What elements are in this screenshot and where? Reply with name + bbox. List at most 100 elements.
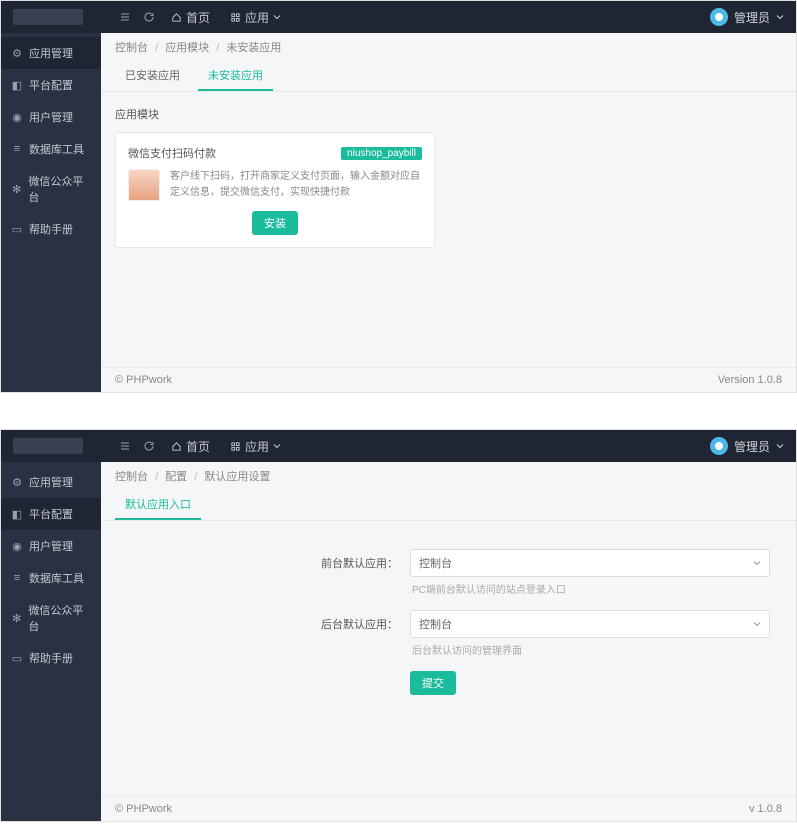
- home-icon: [171, 441, 182, 452]
- submit-button[interactable]: 提交: [410, 671, 456, 695]
- sidebar-toggle-icon[interactable]: [113, 434, 137, 458]
- sidebar-item-label: 应用管理: [29, 474, 73, 490]
- sidebar-item-apps[interactable]: ⚙ 应用管理: [1, 466, 101, 498]
- book-icon: ▭: [11, 652, 23, 665]
- logo: [13, 9, 83, 25]
- user-icon: ◉: [11, 111, 23, 124]
- sidebar: ⚙ 应用管理 ◧ 平台配置 ◉ 用户管理 ≡ 数据库工具 ✻ 微信公众平台 ▭ …: [1, 462, 101, 821]
- breadcrumb-item: 默认应用设置: [204, 471, 270, 483]
- card-description: 客户线下扫码，打开商家定义支付页面，输入金额对应自定义信息，提交微信支付，实现快…: [170, 169, 422, 201]
- database-icon: ≡: [11, 572, 23, 584]
- breadcrumb-item[interactable]: 应用模块: [165, 42, 209, 54]
- tabs: 已安装应用 未安装应用: [101, 61, 796, 92]
- version: v 1.0.8: [749, 803, 782, 815]
- topbar-right: 管理员: [710, 8, 784, 26]
- wechat-icon: ✻: [11, 612, 22, 625]
- breadcrumb: 控制台 / 配置 / 默认应用设置: [101, 462, 796, 490]
- main-area: 控制台 / 应用模块 / 未安装应用 已安装应用 未安装应用 应用模块 微信支付…: [101, 33, 796, 392]
- apps-dropdown[interactable]: 应用: [220, 9, 291, 26]
- front-app-label: 前台默认应用：: [115, 555, 410, 571]
- tab-installed[interactable]: 已安装应用: [115, 61, 190, 91]
- front-app-help: PC端前台默认访问的站点登录入口: [410, 581, 782, 596]
- tabs: 默认应用入口: [101, 490, 796, 521]
- sidebar-item-label: 用户管理: [29, 109, 73, 125]
- tab-default-entry[interactable]: 默认应用入口: [115, 490, 201, 520]
- install-button[interactable]: 安装: [252, 211, 298, 235]
- sidebar-item-apps[interactable]: ⚙ 应用管理: [1, 37, 101, 69]
- sidebar-item-platform[interactable]: ◧ 平台配置: [1, 498, 101, 530]
- front-app-select[interactable]: 控制台: [410, 549, 770, 577]
- sidebar-item-label: 微信公众平台: [28, 602, 91, 634]
- chevron-down-icon: [753, 620, 761, 628]
- home-label: 首页: [186, 9, 210, 26]
- apps-icon: [230, 12, 241, 23]
- username: 管理员: [734, 438, 770, 455]
- sidebar-item-help[interactable]: ▭ 帮助手册: [1, 213, 101, 245]
- version: Version 1.0.8: [718, 374, 782, 386]
- footer: © PHPwork v 1.0.8: [101, 796, 796, 821]
- breadcrumb-item: 未安装应用: [226, 42, 281, 54]
- card-badge: niushop_paybill: [341, 147, 422, 160]
- sidebar-item-label: 数据库工具: [29, 570, 84, 586]
- sidebar-item-wechat[interactable]: ✻ 微信公众平台: [1, 594, 101, 642]
- sidebar-item-label: 帮助手册: [29, 650, 73, 666]
- settings-form: 前台默认应用： 控制台 PC端前台默认访问的站点登录入口 后台默认应用： 控制台: [115, 535, 782, 709]
- sidebar-item-label: 微信公众平台: [28, 173, 91, 205]
- gear-icon: ⚙: [11, 476, 23, 489]
- back-app-help: 后台默认访问的管理界面: [410, 642, 782, 657]
- home-link[interactable]: 首页: [161, 9, 220, 26]
- sidebar-item-database[interactable]: ≡ 数据库工具: [1, 562, 101, 594]
- card-title: 微信支付扫码付款: [128, 145, 216, 161]
- sidebar-item-help[interactable]: ▭ 帮助手册: [1, 642, 101, 674]
- content: 前台默认应用： 控制台 PC端前台默认访问的站点登录入口 后台默认应用： 控制台: [101, 521, 796, 796]
- sidebar-item-platform[interactable]: ◧ 平台配置: [1, 69, 101, 101]
- chevron-down-icon: [753, 559, 761, 567]
- sidebar-item-wechat[interactable]: ✻ 微信公众平台: [1, 165, 101, 213]
- card-thumbnail: [128, 169, 160, 201]
- apps-dropdown[interactable]: 应用: [220, 438, 291, 455]
- layers-icon: ◧: [11, 508, 23, 521]
- topbar: 首页 应用 管理员: [1, 430, 796, 462]
- sidebar-item-label: 用户管理: [29, 538, 73, 554]
- back-app-select[interactable]: 控制台: [410, 610, 770, 638]
- logo: [13, 438, 83, 454]
- layers-icon: ◧: [11, 79, 23, 92]
- breadcrumb: 控制台 / 应用模块 / 未安装应用: [101, 33, 796, 61]
- refresh-icon[interactable]: [137, 434, 161, 458]
- chevron-down-icon[interactable]: [776, 13, 784, 21]
- app-card: 微信支付扫码付款 niushop_paybill 客户线下扫码，打开商家定义支付…: [115, 132, 435, 248]
- back-app-value: 控制台: [419, 616, 452, 632]
- apps-label: 应用: [245, 9, 269, 26]
- gear-icon: ⚙: [11, 47, 23, 60]
- app-panel-1: 首页 应用 管理员 ⚙ 应用管理 ◧: [0, 0, 797, 393]
- avatar[interactable]: [710, 8, 728, 26]
- sidebar-item-database[interactable]: ≡ 数据库工具: [1, 133, 101, 165]
- book-icon: ▭: [11, 223, 23, 236]
- database-icon: ≡: [11, 143, 23, 155]
- user-icon: ◉: [11, 540, 23, 553]
- section-title: 应用模块: [115, 106, 782, 122]
- apps-icon: [230, 441, 241, 452]
- breadcrumb-item[interactable]: 控制台: [115, 42, 148, 54]
- avatar[interactable]: [710, 437, 728, 455]
- home-label: 首页: [186, 438, 210, 455]
- tab-uninstalled[interactable]: 未安装应用: [198, 61, 273, 91]
- copyright: © PHPwork: [115, 803, 172, 815]
- chevron-down-icon[interactable]: [776, 442, 784, 450]
- copyright: © PHPwork: [115, 374, 172, 386]
- front-app-value: 控制台: [419, 555, 452, 571]
- sidebar-item-label: 数据库工具: [29, 141, 84, 157]
- refresh-icon[interactable]: [137, 5, 161, 29]
- breadcrumb-item[interactable]: 配置: [165, 471, 187, 483]
- back-app-label: 后台默认应用：: [115, 616, 410, 632]
- username: 管理员: [734, 9, 770, 26]
- home-link[interactable]: 首页: [161, 438, 220, 455]
- wechat-icon: ✻: [11, 183, 22, 196]
- breadcrumb-item[interactable]: 控制台: [115, 471, 148, 483]
- topbar: 首页 应用 管理员: [1, 1, 796, 33]
- topbar-right: 管理员: [710, 437, 784, 455]
- sidebar-toggle-icon[interactable]: [113, 5, 137, 29]
- sidebar-item-label: 应用管理: [29, 45, 73, 61]
- sidebar-item-users[interactable]: ◉ 用户管理: [1, 530, 101, 562]
- sidebar-item-users[interactable]: ◉ 用户管理: [1, 101, 101, 133]
